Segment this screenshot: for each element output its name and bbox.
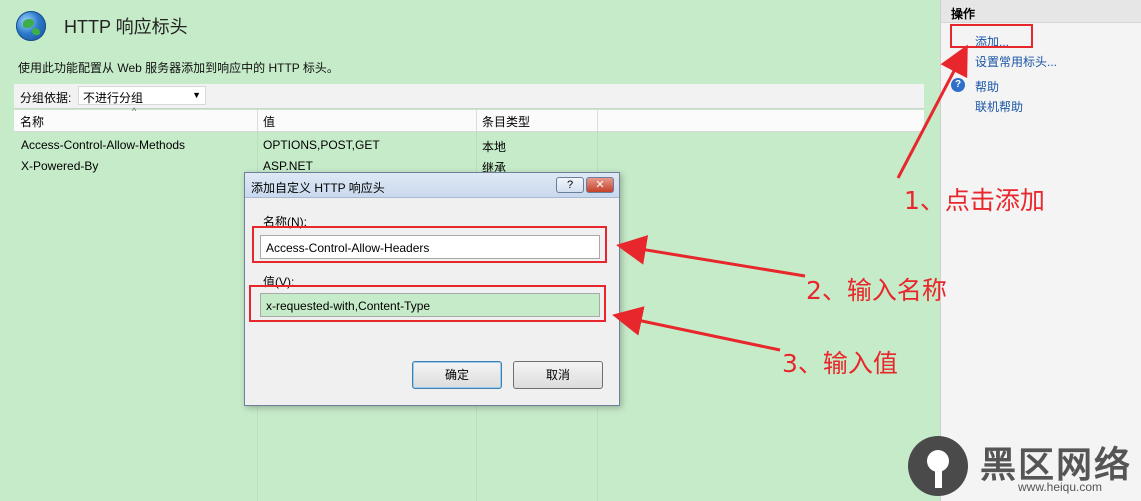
watermark-logo-icon (908, 436, 968, 496)
annotation-arrows (612, 44, 968, 352)
annotation-step1: 1、点击添加 (904, 186, 1045, 215)
annotation-step3: 3、输入值 (782, 349, 898, 378)
watermark: 黑区网络 www.heiqu.com (902, 432, 1141, 501)
annotation-step2: 2、输入名称 (806, 276, 947, 305)
watermark-url: www.heiqu.com (1018, 480, 1103, 494)
